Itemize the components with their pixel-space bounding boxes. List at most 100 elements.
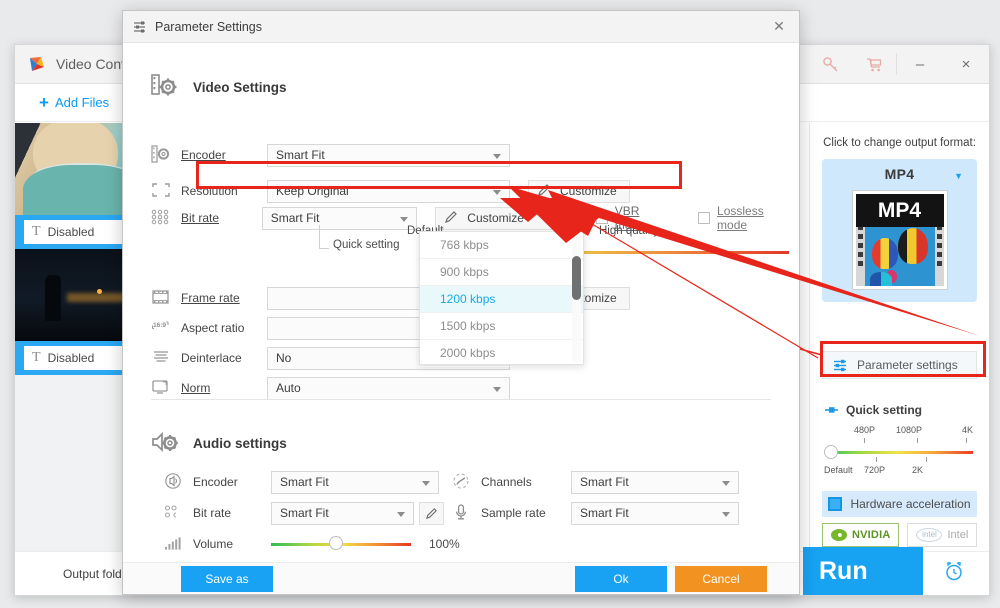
chevron-down-icon: [422, 480, 430, 486]
slider-tick-720p: 720P: [864, 465, 886, 475]
row-audio-bitrate: Bit rate Smart Fit: [163, 501, 444, 525]
video-quick-setting-label: Quick setting: [333, 239, 400, 251]
norm-select[interactable]: Auto: [267, 376, 510, 400]
dropdown-option[interactable]: 768 kbps: [420, 232, 583, 259]
label-norm: Norm: [181, 381, 211, 395]
dialog-titlebar: Parameter Settings ✕: [123, 11, 799, 43]
output-format-panel: Click to change output format: MP4 ▼ MP4: [809, 123, 989, 551]
audio-bitrate-icon: [163, 503, 183, 523]
dropdown-option-selected[interactable]: 1200 kbps: [420, 286, 583, 313]
key-icon[interactable]: [808, 45, 852, 83]
audio-encoder-icon: [163, 472, 183, 492]
section-divider: [151, 399, 771, 400]
video-settings-header: Video Settings: [151, 73, 287, 102]
video-settings-title: Video Settings: [193, 80, 287, 95]
dialog-footer: Save as Ok Cancel: [123, 562, 799, 594]
hardware-acceleration-label: Hardware acceleration: [850, 497, 971, 511]
sample-rate-select[interactable]: Smart Fit: [571, 501, 739, 525]
sliders-icon: [133, 20, 147, 34]
dropdown-scrollbar-thumb[interactable]: [572, 256, 581, 300]
label-deinterlace: Deinterlace: [181, 351, 242, 365]
chevron-down-icon: [400, 216, 409, 222]
cart-icon[interactable]: [852, 45, 896, 83]
text-subtitle-icon: T: [32, 350, 41, 365]
norm-icon: [151, 378, 171, 398]
quality-slider-track: [828, 451, 973, 454]
audio-bitrate-select[interactable]: Smart Fit: [271, 501, 414, 525]
ok-button[interactable]: Ok: [575, 566, 667, 592]
chevron-down-icon[interactable]: ▼: [954, 171, 963, 181]
norm-value: Auto: [276, 381, 301, 395]
checkbox-box: [698, 212, 711, 224]
bitrate-dropdown-list[interactable]: 768 kbps 900 kbps 1200 kbps 1500 kbps 20…: [419, 231, 584, 367]
pencil-icon: [444, 210, 458, 227]
chip-icon: [828, 497, 843, 511]
chevron-down-icon: [493, 189, 501, 195]
gpu-chips: NVIDIA intel Intel: [822, 523, 978, 547]
resolution-icon: [151, 181, 171, 201]
volume-slider[interactable]: [271, 533, 411, 555]
plus-icon: +: [39, 93, 49, 112]
intel-label: Intel: [947, 529, 969, 541]
nvidia-chip[interactable]: NVIDIA: [822, 523, 900, 547]
close-icon[interactable]: ✕: [759, 11, 799, 42]
run-button[interactable]: Run: [803, 547, 923, 595]
run-label: Run: [819, 556, 868, 585]
audio-bitrate-edit-button[interactable]: [419, 501, 444, 525]
minimize-button[interactable]: –: [897, 45, 943, 83]
output-format-prompt: Click to change output format:: [823, 137, 976, 149]
subtitle-status: Disabled: [47, 225, 95, 239]
hardware-acceleration-button[interactable]: Hardware acceleration: [822, 491, 977, 517]
slider-tick-4k: 4K: [961, 425, 973, 435]
chevron-down-icon: [493, 153, 501, 159]
chevron-down-icon: [493, 386, 501, 392]
slider-tick-default: Default: [824, 465, 853, 475]
quick-setting-icon: [824, 403, 840, 417]
add-files-label: Add Files: [54, 95, 110, 110]
format-badge: MP4: [855, 194, 944, 227]
row-volume: Volume 100%: [163, 532, 613, 556]
label-audio-bitrate: Bit rate: [193, 506, 232, 520]
audio-bitrate-value: Smart Fit: [280, 506, 329, 520]
bitrate-icon: [151, 208, 171, 228]
add-files-button[interactable]: + Add Files: [39, 94, 109, 111]
audio-encoder-select[interactable]: Smart Fit: [271, 470, 439, 494]
chevron-down-icon: [722, 511, 730, 517]
format-thumbnail: MP4: [851, 190, 948, 290]
intel-icon: intel: [916, 528, 943, 542]
save-as-button[interactable]: Save as: [181, 566, 273, 592]
framerate-icon: [151, 288, 171, 308]
quality-slider-handle[interactable]: [824, 445, 838, 459]
bitrate-value: Smart Fit: [270, 211, 320, 225]
deinterlace-icon: [151, 348, 171, 368]
intel-chip[interactable]: intel Intel: [907, 523, 978, 547]
dropdown-option[interactable]: 900 kbps: [420, 259, 583, 286]
quality-high-label: High quality: [599, 225, 660, 237]
volume-value: 100%: [429, 537, 460, 551]
chevron-down-icon: [397, 511, 405, 517]
channels-icon: [451, 472, 471, 492]
channels-select[interactable]: Smart Fit: [571, 470, 739, 494]
dialog-body: Video Settings Encoder Smart Fit Resolut…: [123, 43, 799, 562]
pencil-icon: [425, 507, 438, 520]
close-button[interactable]: ×: [943, 45, 989, 83]
cancel-button[interactable]: Cancel: [675, 566, 767, 592]
dropdown-option[interactable]: 1500 kbps: [420, 313, 583, 340]
dropdown-option[interactable]: 2000 kbps: [420, 340, 583, 367]
parameter-settings-dialog: Parameter Settings ✕ Video Settings Enco…: [122, 10, 800, 595]
encoder-icon: [151, 145, 171, 165]
alarm-clock-icon[interactable]: [925, 547, 983, 595]
label-bitrate: Bit rate: [181, 211, 220, 225]
label-audio-encoder: Encoder: [193, 475, 238, 489]
row-audio-encoder: Encoder Smart Fit: [163, 470, 439, 494]
quick-setting-label: Quick setting: [846, 403, 923, 417]
slider-tick-1080p: 1080P: [896, 425, 923, 435]
annotation-box-parameter-settings: [820, 341, 986, 377]
row-sample-rate: Sample rate Smart Fit: [451, 501, 739, 525]
aspect-ratio-icon: 16:9: [151, 318, 171, 338]
format-card[interactable]: MP4 ▼ MP4: [822, 159, 977, 302]
dialog-title: Parameter Settings: [155, 19, 262, 34]
volume-slider-handle[interactable]: [329, 536, 343, 550]
quality-slider[interactable]: 480P 1080P 4K Default 720P 2K: [824, 425, 975, 481]
label-channels: Channels: [481, 475, 532, 489]
